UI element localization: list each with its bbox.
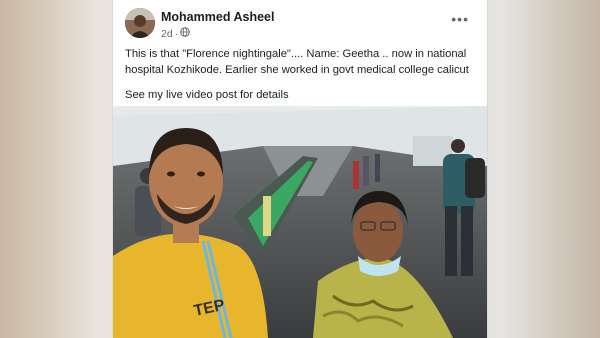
post-text: This is that "Florence nightingale".... … [125, 46, 479, 103]
post-text-line: See my live video post for details [125, 89, 289, 101]
post-header: Mohammed Asheel 2d · ••• [113, 0, 487, 44]
post-meta: 2d · [161, 27, 190, 40]
post-time[interactable]: 2d [161, 28, 173, 40]
globe-icon [180, 27, 190, 40]
avatar[interactable] [125, 8, 155, 38]
author-name[interactable]: Mohammed Asheel [161, 10, 274, 24]
post-photo[interactable]: TEP [113, 106, 487, 338]
meta-separator: · [174, 27, 179, 40]
post-text-line: hospital Kozhikode. Earlier she worked i… [125, 64, 469, 76]
post-card: Mohammed Asheel 2d · ••• This is that "F… [113, 0, 487, 338]
more-options-button[interactable]: ••• [451, 12, 469, 26]
post-text-line: This is that "Florence nightingale".... … [125, 48, 467, 60]
